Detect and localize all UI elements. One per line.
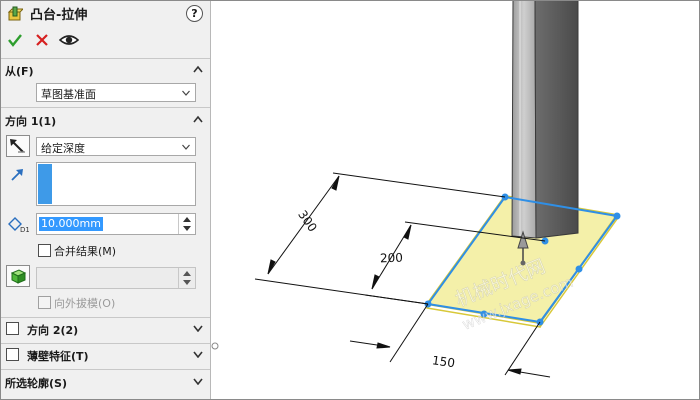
solid-body-icon [10, 269, 27, 284]
sketch-vertex[interactable] [575, 265, 583, 273]
section-direction1-header[interactable]: 方向 1(1) [1, 111, 210, 129]
separator [1, 343, 210, 344]
separator [1, 107, 210, 108]
chevron-down-icon [182, 90, 190, 96]
depth-input[interactable]: 10.000mm [36, 213, 196, 235]
section-contours-header[interactable]: 所选轮廓(S) [1, 373, 210, 391]
reverse-direction-button[interactable] [6, 135, 30, 157]
chevron-down-icon [182, 144, 190, 150]
merge-result-label: 合并结果(M) [54, 245, 117, 258]
separator [1, 317, 210, 318]
dimension-300-label[interactable]: 300 [295, 208, 320, 235]
thin-feature-checkbox[interactable] [6, 348, 19, 361]
draft-outward-checkbox [38, 296, 51, 309]
ok-check-icon[interactable] [6, 31, 24, 49]
feature-extrude-icon [7, 6, 23, 21]
dimension-200-label[interactable]: 200 [380, 251, 403, 266]
separator [1, 58, 210, 59]
chevron-up-icon[interactable] [193, 65, 203, 73]
end-condition-value: 给定深度 [41, 142, 85, 155]
preview-eye-icon[interactable] [59, 31, 79, 49]
direction2-checkbox[interactable] [6, 322, 19, 335]
help-button[interactable]: ? [186, 5, 203, 22]
from-select-value: 草图基准面 [41, 88, 96, 101]
chevron-down-icon[interactable] [193, 324, 203, 332]
draft-outward-label: 向外拔模(O) [54, 297, 116, 310]
listbox-selection-marker [38, 164, 52, 204]
section-thin-header[interactable]: 薄壁特征(T) [1, 346, 210, 364]
section-from-header[interactable]: 从(F) [1, 61, 210, 79]
reverse-direction-icon [10, 139, 25, 153]
sketch-vertex[interactable] [613, 212, 621, 220]
depth-icon: D1 [8, 217, 29, 233]
cancel-x-icon[interactable] [33, 31, 51, 49]
feature-title: 凸台-拉伸 [30, 8, 88, 23]
end-condition-select[interactable]: 给定深度 [36, 137, 196, 156]
chevron-up-icon[interactable] [193, 115, 203, 123]
draft-angle-input [36, 267, 196, 289]
section-direction2-label: 方向 2(2) [27, 324, 79, 337]
section-from-label: 从(F) [5, 65, 34, 78]
depth-spinner[interactable] [178, 214, 195, 234]
from-select[interactable]: 草图基准面 [36, 83, 196, 102]
section-direction1-label: 方向 1(1) [5, 115, 57, 128]
property-manager-header: 凸台-拉伸 ? [1, 1, 210, 27]
merge-result-checkbox[interactable] [38, 244, 51, 257]
solid-body-button[interactable] [6, 265, 30, 287]
section-direction2-header[interactable]: 方向 2(2) [1, 320, 210, 338]
draft-angle-spinner [178, 268, 195, 288]
spin-up-icon [183, 271, 191, 276]
separator [1, 369, 210, 370]
spin-up-icon[interactable] [183, 217, 191, 222]
section-thin-label: 薄壁特征(T) [27, 350, 89, 363]
graphics-viewport[interactable]: 300 200 150 机械时代网 www.jxage.com [211, 0, 700, 400]
direction-vector-icon [11, 169, 23, 181]
section-contours-label: 所选轮廓(S) [5, 377, 67, 390]
svg-text:D1: D1 [20, 226, 29, 233]
dimension-150-label[interactable]: 150 [431, 353, 456, 370]
spin-down-icon[interactable] [183, 226, 191, 231]
spin-down-icon [183, 280, 191, 285]
property-manager: 凸台-拉伸 ? 从(F) 草图基准面 方向 1(1) 给定深度 D1 10.00… [1, 1, 211, 399]
action-bar [1, 29, 210, 53]
chevron-down-icon[interactable] [193, 377, 203, 385]
chevron-down-icon[interactable] [193, 350, 203, 358]
help-icon: ? [191, 7, 198, 20]
depth-value[interactable]: 10.000mm [39, 217, 103, 231]
direction-vector-listbox[interactable] [36, 162, 196, 206]
